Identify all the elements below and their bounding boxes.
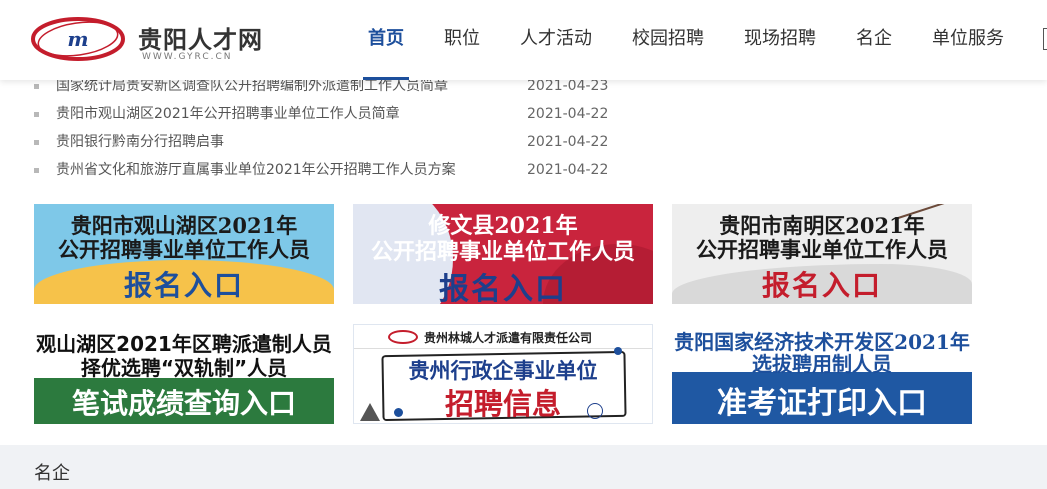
- famous-companies-section: 名企: [0, 445, 1047, 489]
- bullet-icon: [34, 84, 39, 89]
- news-title[interactable]: 贵阳市观山湖区2021年公开招聘事业单位工作人员简章: [56, 100, 400, 128]
- gyrc-logo-icon: m: [31, 17, 125, 61]
- banner-cta: 报名入口: [123, 269, 244, 302]
- banner-line2: 公开招聘事业单位工作人员: [696, 237, 948, 262]
- bullet-icon: [34, 168, 39, 173]
- news-item[interactable]: 贵阳银行黔南分行招聘启事 2021-04-22: [34, 128, 654, 156]
- banner-cta: 报名入口: [439, 272, 567, 304]
- decorative-dot: [614, 347, 622, 355]
- news-item[interactable]: 贵阳市观山湖区2021年公开招聘事业单位工作人员简章 2021-04-22: [34, 100, 654, 128]
- logo-title: 贵阳人才网: [138, 26, 263, 54]
- bullet-icon: [34, 112, 39, 117]
- company-logo-icon: [388, 330, 418, 344]
- nav-item-onsite-recruit[interactable]: 现场招聘: [724, 0, 836, 80]
- logo-subtitle: WWW.GYRC.CN: [142, 52, 233, 62]
- banner-xiuwen-registration[interactable]: 修文县2021年 公开招聘事业单位工作人员 报名入口: [353, 204, 653, 304]
- banner-economic-zone-admission-print[interactable]: 贵阳国家经济技术开发区2021年 选拔聘用制人员 准考证打印入口: [672, 324, 972, 424]
- bullet-icon: [34, 140, 39, 145]
- main-nav: 首页 职位 人才活动 校园招聘 现场招聘 名企 单位服务: [348, 0, 1024, 80]
- site-logo[interactable]: m 贵阳人才网 WWW.GYRC.CN: [30, 14, 280, 66]
- news-date: 2021-04-22: [527, 106, 609, 122]
- news-item[interactable]: 贵州省文化和旅游厅直属事业单位2021年公开招聘工作人员方案 2021-04-2…: [34, 156, 654, 184]
- site-header: m 贵阳人才网 WWW.GYRC.CN 首页 职位 人才活动 校园招聘 现场招聘…: [0, 0, 1047, 80]
- banner-cta: 招聘信息: [444, 387, 561, 421]
- banner-guanshanhu-registration[interactable]: 贵阳市观山湖区2021年 公开招聘事业单位工作人员 报名入口: [34, 204, 334, 304]
- nav-item-jobs[interactable]: 职位: [424, 0, 500, 80]
- banner-line2: 择优选聘“双轨制”人员: [80, 356, 288, 380]
- banner-cta: 笔试成绩查询入口: [71, 387, 296, 420]
- banner-nanming-registration[interactable]: 贵阳市南明区2021年 公开招聘事业单位工作人员 报名入口: [672, 204, 972, 304]
- banner-cta: 准考证打印入口: [717, 386, 927, 421]
- banner-line2: 公开招聘事业单位工作人员: [370, 239, 635, 265]
- banner-line2: 选拔聘用制人员: [752, 352, 892, 376]
- nav-item-home[interactable]: 首页: [348, 0, 424, 80]
- banner-line2: 公开招聘事业单位工作人员: [58, 237, 310, 262]
- news-date: 2021-04-22: [527, 162, 609, 178]
- company-name: 贵州林城人才派遣有限责任公司: [424, 331, 593, 345]
- svg-text:m: m: [67, 27, 88, 51]
- news-list: 国家统计局贵安新区调查队公开招聘编制外派遣制工作人员简章 2021-04-23 …: [34, 72, 654, 184]
- nav-overflow-item[interactable]: [1043, 28, 1047, 50]
- news-date: 2021-04-22: [527, 134, 609, 150]
- banner-linchen-recruitment-info[interactable]: 贵州林城人才派遣有限责任公司 贵州行政企事业单位 招聘信息: [353, 324, 653, 424]
- news-title[interactable]: 贵州省文化和旅游厅直属事业单位2021年公开招聘工作人员方案: [56, 156, 456, 184]
- nav-item-talent-events[interactable]: 人才活动: [500, 0, 612, 80]
- nav-item-employer-services[interactable]: 单位服务: [912, 0, 1024, 80]
- section-title: 名企: [34, 463, 70, 484]
- banner-cta: 报名入口: [761, 269, 882, 302]
- nav-item-campus-recruit[interactable]: 校园招聘: [612, 0, 724, 80]
- banner-guanshanhu-score-query[interactable]: 观山湖区2021年区聘派遣制人员 择优选聘“双轨制”人员 笔试成绩查询入口: [34, 324, 334, 424]
- news-title[interactable]: 贵阳银行黔南分行招聘启事: [56, 128, 224, 156]
- nav-item-famous-companies[interactable]: 名企: [836, 0, 912, 80]
